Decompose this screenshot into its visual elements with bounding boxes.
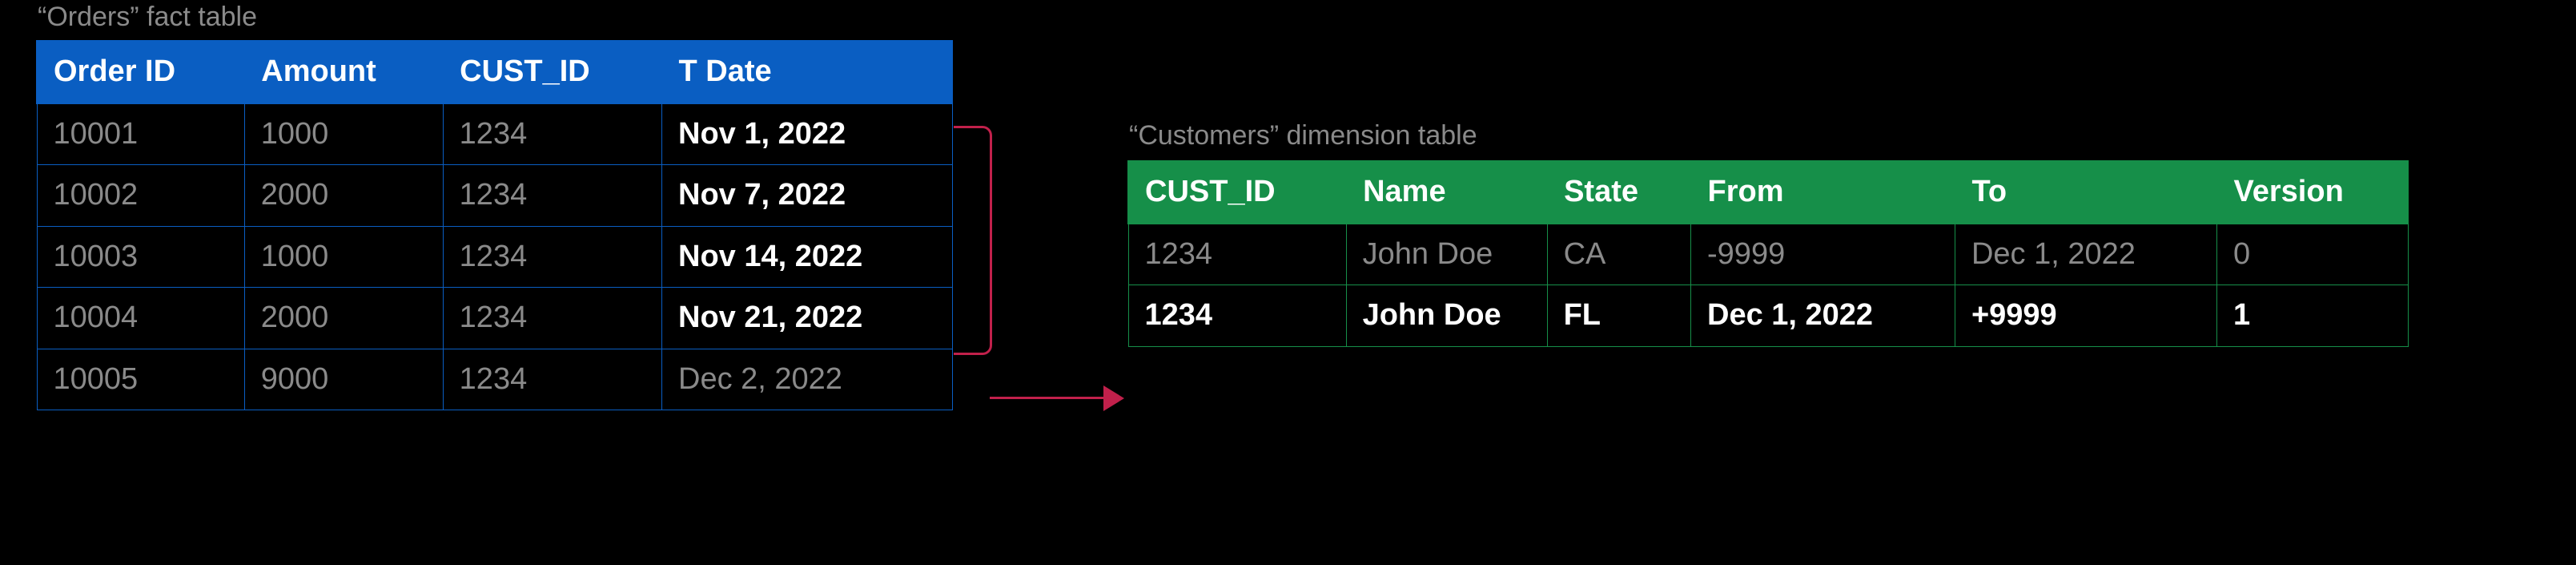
customers-cell-version: 0 — [2217, 224, 2409, 285]
orders-cell-tdate: Nov 1, 2022 — [662, 103, 952, 165]
orders-cell-amount: 9000 — [244, 349, 443, 410]
orders-cell-order_id: 10005 — [37, 349, 244, 410]
customers-cell-cust_id: 1234 — [1128, 285, 1346, 347]
table-row: 1234John DoeCA-9999Dec 1, 20220 — [1128, 224, 2408, 285]
orders-cell-tdate: Nov 7, 2022 — [662, 165, 952, 227]
orders-header-cell: CUST_ID — [443, 41, 661, 103]
orders-cell-amount: 2000 — [244, 165, 443, 227]
orders-header-cell: Amount — [244, 41, 443, 103]
customers-cell-from: Dec 1, 2022 — [1691, 285, 1955, 347]
bracket-line — [954, 126, 992, 355]
orders-cell-tdate: Nov 21, 2022 — [662, 288, 952, 349]
customers-header-cell: To — [1955, 161, 2216, 224]
table-row: 1000310001234Nov 14, 2022 — [37, 226, 952, 288]
customers-cell-to: Dec 1, 2022 — [1955, 224, 2216, 285]
arrow-shaft — [990, 397, 1106, 399]
customers-cell-version: 1 — [2217, 285, 2409, 347]
customers-cell-cust_id: 1234 — [1128, 224, 1346, 285]
customers-cell-name: John Doe — [1346, 224, 1547, 285]
table-row: 1000220001234Nov 7, 2022 — [37, 165, 952, 227]
customers-table-caption: “Customers” dimension table — [1129, 120, 1477, 151]
table-row: 1234John DoeFLDec 1, 2022+99991 — [1128, 285, 2408, 347]
orders-header-cell: Order ID — [37, 41, 244, 103]
orders-cell-cust_id: 1234 — [443, 165, 661, 227]
customers-header-cell: CUST_ID — [1128, 161, 1346, 224]
customers-dimension-table: CUST_IDNameStateFromToVersion 1234John D… — [1127, 160, 2409, 347]
table-row: 1000590001234Dec 2, 2022 — [37, 349, 952, 410]
orders-cell-cust_id: 1234 — [443, 103, 661, 165]
orders-header-cell: T Date — [662, 41, 952, 103]
customers-cell-state: FL — [1547, 285, 1690, 347]
orders-cell-cust_id: 1234 — [443, 226, 661, 288]
customers-header-cell: Version — [2217, 161, 2409, 224]
customers-cell-state: CA — [1547, 224, 1690, 285]
orders-cell-amount: 2000 — [244, 288, 443, 349]
orders-fact-table: Order IDAmountCUST_IDT Date 100011000123… — [36, 40, 953, 410]
customers-cell-to: +9999 — [1955, 285, 2216, 347]
customers-header-cell: State — [1547, 161, 1690, 224]
table-row: 1000420001234Nov 21, 2022 — [37, 288, 952, 349]
orders-cell-tdate: Nov 14, 2022 — [662, 226, 952, 288]
orders-cell-amount: 1000 — [244, 103, 443, 165]
orders-cell-order_id: 10002 — [37, 165, 244, 227]
customers-cell-from: -9999 — [1691, 224, 1955, 285]
orders-table-caption: “Orders” fact table — [38, 2, 257, 33]
arrow-head-icon — [1103, 385, 1124, 411]
orders-cell-order_id: 10004 — [37, 288, 244, 349]
customers-cell-name: John Doe — [1346, 285, 1547, 347]
orders-cell-cust_id: 1234 — [443, 349, 661, 410]
orders-cell-tdate: Dec 2, 2022 — [662, 349, 952, 410]
orders-cell-amount: 1000 — [244, 226, 443, 288]
orders-cell-cust_id: 1234 — [443, 288, 661, 349]
table-row: 1000110001234Nov 1, 2022 — [37, 103, 952, 165]
orders-header-row: Order IDAmountCUST_IDT Date — [37, 41, 952, 103]
customers-header-row: CUST_IDNameStateFromToVersion — [1128, 161, 2408, 224]
customers-header-cell: Name — [1346, 161, 1547, 224]
customers-header-cell: From — [1691, 161, 1955, 224]
orders-cell-order_id: 10003 — [37, 226, 244, 288]
orders-cell-order_id: 10001 — [37, 103, 244, 165]
